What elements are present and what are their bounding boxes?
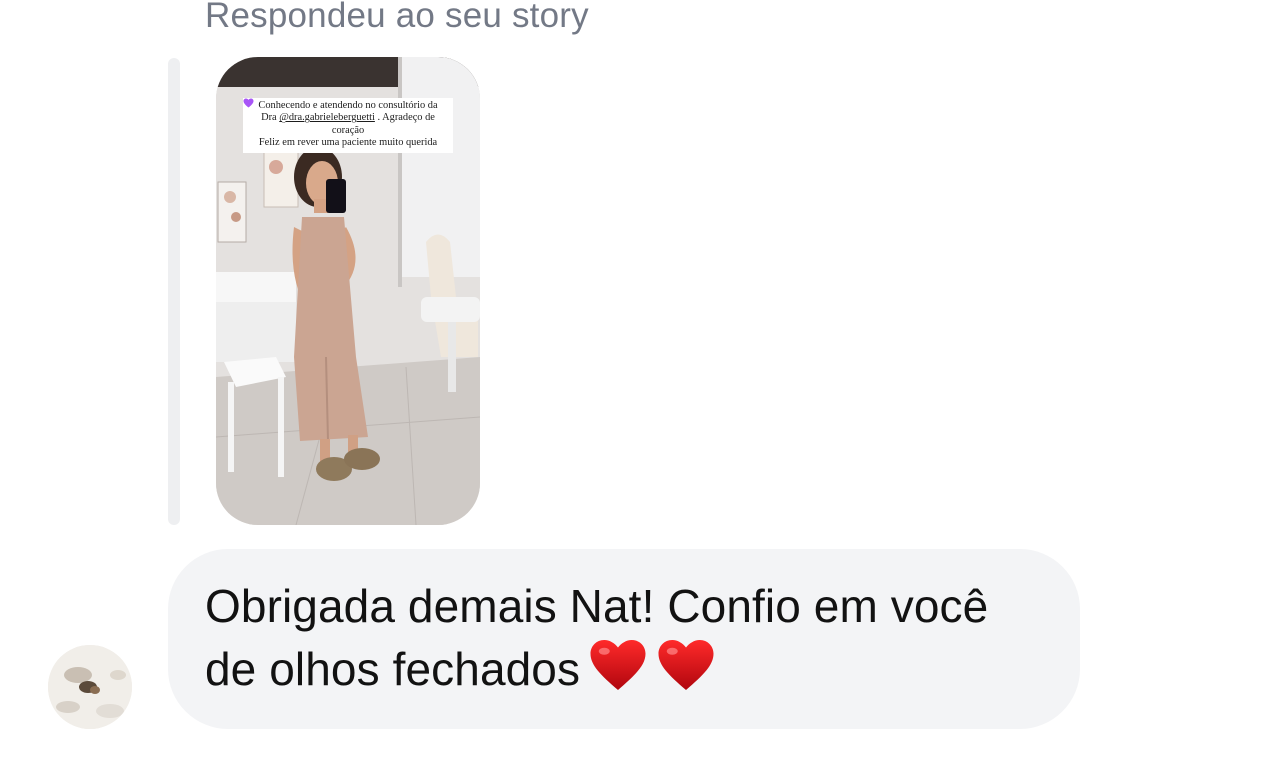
story-thumbnail[interactable]: Conhecendo e atendendo no consultório da… bbox=[216, 57, 480, 525]
story-caption-mention[interactable]: @dra.gabrieleberguetti bbox=[279, 112, 375, 123]
story-caption-prefix: Dra bbox=[261, 112, 277, 124]
red-heart-icon bbox=[590, 640, 646, 690]
sender-avatar[interactable] bbox=[48, 645, 132, 729]
story-caption-suffix: . Agradeço de bbox=[377, 112, 435, 124]
story-quote-bar bbox=[168, 58, 180, 525]
story-caption-line1: Conhecendo e atendendo no consultório da bbox=[258, 100, 438, 111]
story-caption-line3: coração bbox=[331, 124, 365, 136]
purple-heart-icon bbox=[243, 98, 254, 108]
message-bubble[interactable]: Obrigada demais Nat! Confio em você de o… bbox=[168, 549, 1080, 729]
avatar-photo bbox=[48, 645, 132, 729]
red-heart-icon bbox=[658, 640, 714, 690]
dm-thread: Respondeu ao seu story Conhecendo e aten… bbox=[0, 0, 1279, 765]
message-text-block: Obrigada demais Nat! Confio em você de o… bbox=[205, 576, 1040, 700]
story-reply-label: Respondeu ao seu story bbox=[205, 0, 589, 35]
story-caption-line4: Feliz em rever uma paciente muito querid… bbox=[258, 137, 438, 149]
story-caption: Conhecendo e atendendo no consultório da… bbox=[243, 98, 453, 153]
